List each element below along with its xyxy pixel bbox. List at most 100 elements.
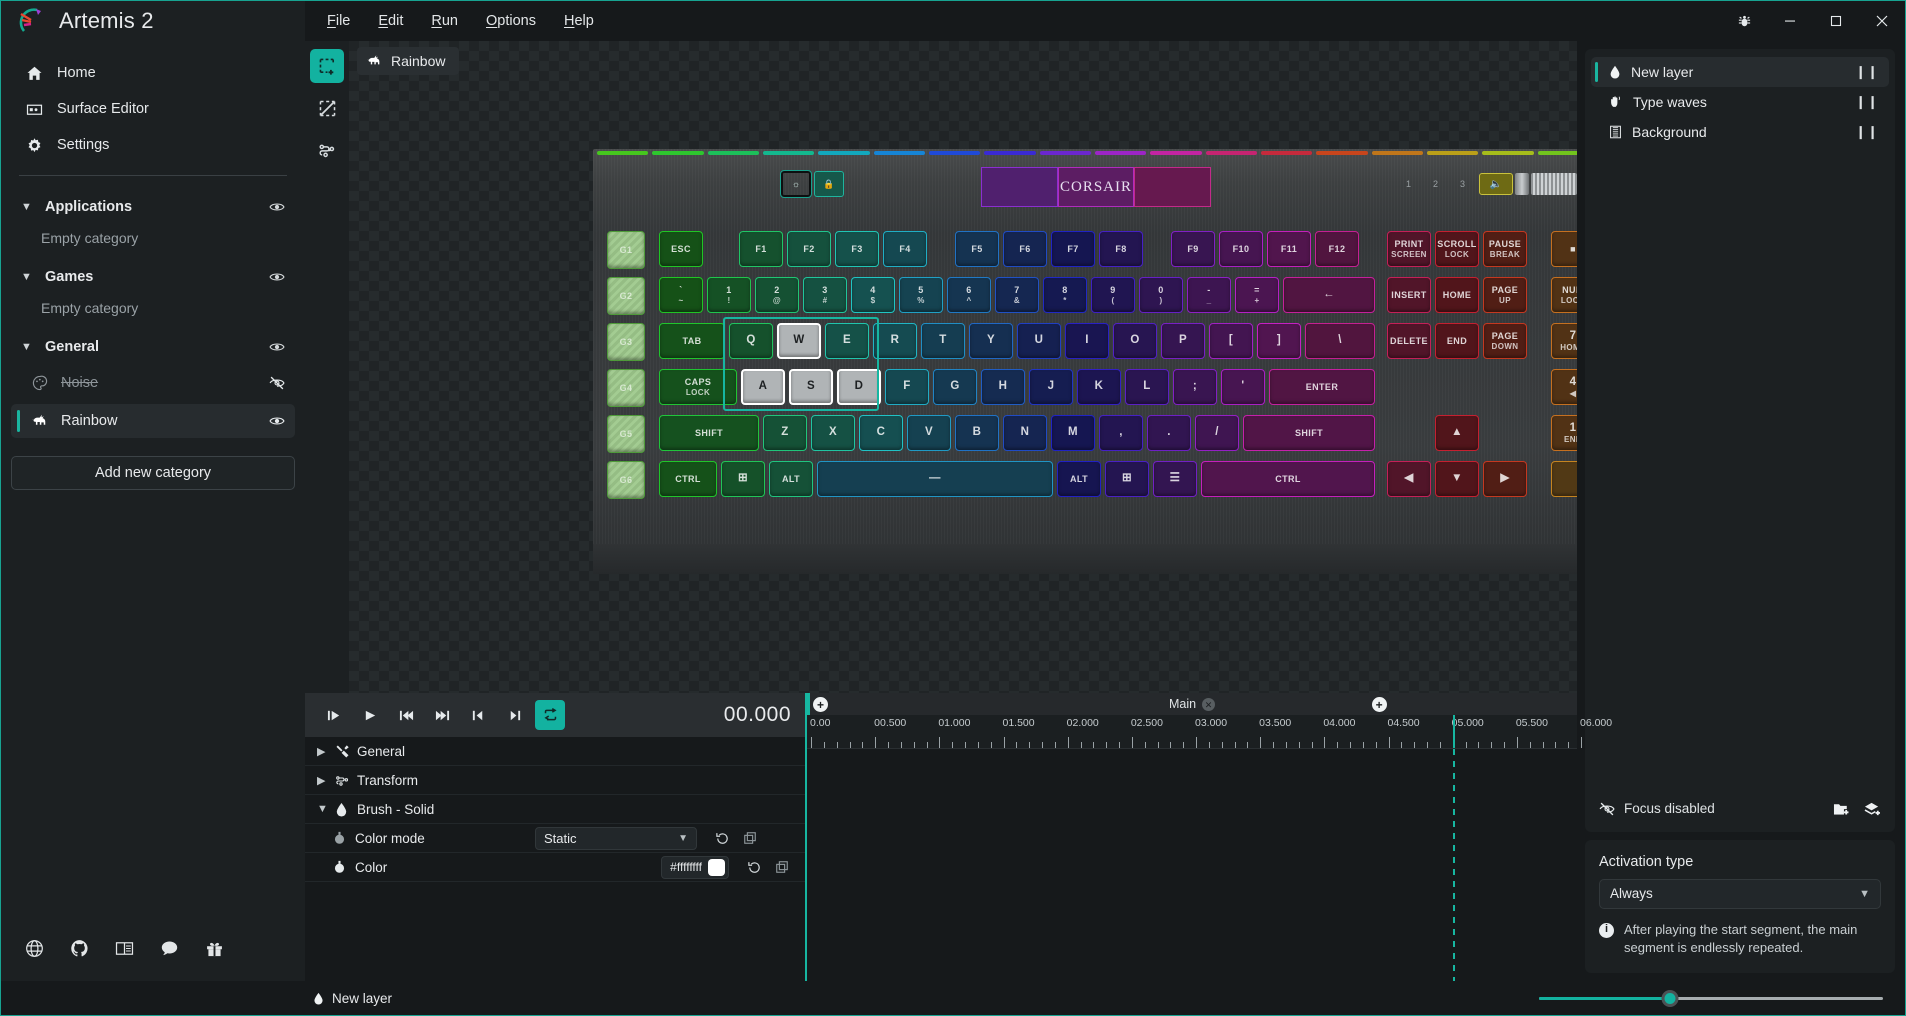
add-end-segment-button[interactable]: + — [1371, 697, 1387, 712]
keyboard-key[interactable]: CTRL — [659, 461, 717, 497]
keyboard-key[interactable]: ■ — [1551, 231, 1577, 267]
layer-row[interactable]: Type waves ❙❙ — [1591, 87, 1889, 117]
github-icon[interactable] — [70, 939, 89, 958]
keyboard-key[interactable]: ALT — [1057, 461, 1101, 497]
keyboard-key[interactable]: PAGE DOWN — [1483, 323, 1527, 359]
keyboard-key[interactable]: G — [933, 369, 977, 405]
keyboard-key[interactable]: C — [859, 415, 903, 451]
keyboard-key[interactable]: SCROLL LOCK — [1435, 231, 1479, 267]
sidebar-item-surface-editor[interactable]: Surface Editor — [11, 91, 295, 127]
keyboard-key[interactable]: U — [1017, 323, 1061, 359]
activation-type-select[interactable]: Always ▼ — [1599, 878, 1881, 909]
keyboard-key[interactable]: ▶ — [1483, 461, 1527, 497]
keyboard-key[interactable]: 0INS — [1551, 461, 1577, 497]
keyboard-key[interactable]: F6 — [1003, 231, 1047, 267]
keyboard-key[interactable]: 1END — [1551, 415, 1577, 451]
keyboard-key[interactable]: 0) — [1139, 277, 1183, 313]
keyboard-key[interactable]: TAB — [659, 323, 725, 359]
eye-off-icon[interactable] — [269, 375, 285, 391]
keyboard-key[interactable]: 4 $ — [851, 277, 895, 313]
keyboard-key[interactable]: F11 — [1267, 231, 1311, 267]
keyboard-key[interactable]: D — [837, 369, 881, 405]
keyboard-key[interactable]: F7 — [1051, 231, 1095, 267]
skip-start-button[interactable] — [391, 700, 421, 730]
keyboard-key[interactable]: F12 — [1315, 231, 1359, 267]
keyboard-key[interactable]: ' — [1221, 369, 1265, 405]
keyboard-key[interactable]: INSERT — [1387, 277, 1431, 313]
zoom-slider[interactable] — [1539, 989, 1883, 1007]
keyboard-key[interactable]: NUMLOCK — [1551, 277, 1577, 313]
minimize-icon[interactable] — [1767, 1, 1813, 41]
website-icon[interactable] — [25, 939, 44, 958]
reset-property-button[interactable] — [743, 856, 765, 878]
keyboard-key[interactable]: T — [921, 323, 965, 359]
keyboard-key[interactable]: A — [741, 369, 785, 405]
close-icon[interactable] — [1859, 1, 1905, 41]
suspend-icon[interactable]: ❙❙ — [1855, 124, 1879, 140]
keyboard-key[interactable]: ⊞ — [1105, 461, 1149, 497]
keyframe-icon[interactable] — [333, 831, 355, 845]
keyboard-key[interactable]: O — [1113, 323, 1157, 359]
sidebar-item-home[interactable]: Home — [11, 55, 295, 91]
reset-property-button[interactable] — [711, 827, 733, 849]
keyboard-key[interactable]: K — [1077, 369, 1121, 405]
surface-canvas[interactable]: Rainbow CORSAIR ☼ 🔒 1 2 3 🔈 G1 G2 G3 G4 … — [349, 41, 1577, 693]
keyboard-key[interactable]: Y — [969, 323, 1013, 359]
menu-file[interactable]: File — [315, 7, 362, 35]
keyboard-key[interactable]: F4 — [883, 231, 927, 267]
keyboard-key[interactable]: 4 ◀ — [1551, 369, 1577, 405]
keyboard-key[interactable]: 1! — [707, 277, 751, 313]
keyboard-key[interactable]: X — [811, 415, 855, 451]
timeline-ruler[interactable]: 0.00 00.500 01.000 01.500 02.000 02.500 03.000… — [807, 715, 1612, 749]
keyboard-key[interactable]: F8 — [1099, 231, 1143, 267]
menu-help[interactable]: Help — [552, 7, 606, 35]
copy-property-button[interactable] — [739, 827, 761, 849]
keyboard-key[interactable]: 8 * — [1043, 277, 1087, 313]
keyboard-key[interactable]: V — [907, 415, 951, 451]
property-group-brush-solid[interactable]: ▼ Brush - Solid — [305, 795, 805, 824]
eye-icon[interactable] — [269, 199, 285, 215]
keyboard-key[interactable]: ESC — [659, 231, 703, 267]
keyboard-key[interactable]: G1 — [607, 231, 645, 269]
keyboard-key[interactable]: G5 — [607, 415, 645, 453]
category-applications[interactable]: ▼ Applications — [11, 190, 295, 224]
add-layer-icon[interactable] — [1864, 801, 1881, 817]
keyboard-key[interactable]: ◀ — [1387, 461, 1431, 497]
keyboard-key[interactable]: END — [1435, 323, 1479, 359]
keyboard-key[interactable]: W — [777, 323, 821, 359]
maximize-icon[interactable] — [1813, 1, 1859, 41]
keyboard-key[interactable]: G6 — [607, 461, 645, 499]
keyboard-key[interactable]: P — [1161, 323, 1205, 359]
keyboard-key[interactable]: L — [1125, 369, 1169, 405]
keyboard-key[interactable]: 3 # — [803, 277, 847, 313]
menu-options[interactable]: Options — [474, 7, 548, 35]
keyboard-device[interactable]: CORSAIR ☼ 🔒 123 🔈 G1 G2 G3 G4 G5 G6 ESC … — [593, 149, 1577, 574]
keyboard-key[interactable]: 9( — [1091, 277, 1135, 313]
keyboard-key[interactable]: SHIFT — [1243, 415, 1375, 451]
keyboard-key[interactable]: 7HOME — [1551, 323, 1577, 359]
keyboard-key[interactable]: DELETE — [1387, 323, 1431, 359]
keyboard-key[interactable]: PAGE UP — [1483, 277, 1527, 313]
skip-end-button[interactable] — [427, 700, 457, 730]
keyboard-key[interactable]: ☰ — [1153, 461, 1197, 497]
keyboard-key[interactable]: ] — [1257, 323, 1301, 359]
keyboard-key[interactable]: CTRL — [1201, 461, 1375, 497]
keyboard-key[interactable]: J — [1029, 369, 1073, 405]
keyboard-key[interactable]: B — [955, 415, 999, 451]
zoom-slider-thumb[interactable] — [1661, 989, 1679, 1007]
color-mode-select[interactable]: Static ▼ — [535, 826, 697, 850]
layer-row[interactable]: New layer ❙❙ — [1591, 57, 1889, 87]
eye-icon[interactable] — [269, 269, 285, 285]
profile-tab-rainbow[interactable]: Rainbow — [357, 47, 460, 75]
keyboard-key[interactable]: F — [885, 369, 929, 405]
layer-row[interactable]: Background ❙❙ — [1591, 117, 1889, 147]
keyboard-key[interactable]: R — [873, 323, 917, 359]
previous-frame-button[interactable] — [463, 700, 493, 730]
property-group-general[interactable]: ▶ General — [305, 737, 805, 766]
category-general[interactable]: ▼ General — [11, 330, 295, 364]
keyboard-key[interactable]: 2 @ — [755, 277, 799, 313]
keyboard-key[interactable]: F9 — [1171, 231, 1215, 267]
keyboard-key[interactable]: ALT — [769, 461, 813, 497]
keyboard-key[interactable]: PRINT SCREEN — [1387, 231, 1431, 267]
category-games[interactable]: ▼ Games — [11, 260, 295, 294]
